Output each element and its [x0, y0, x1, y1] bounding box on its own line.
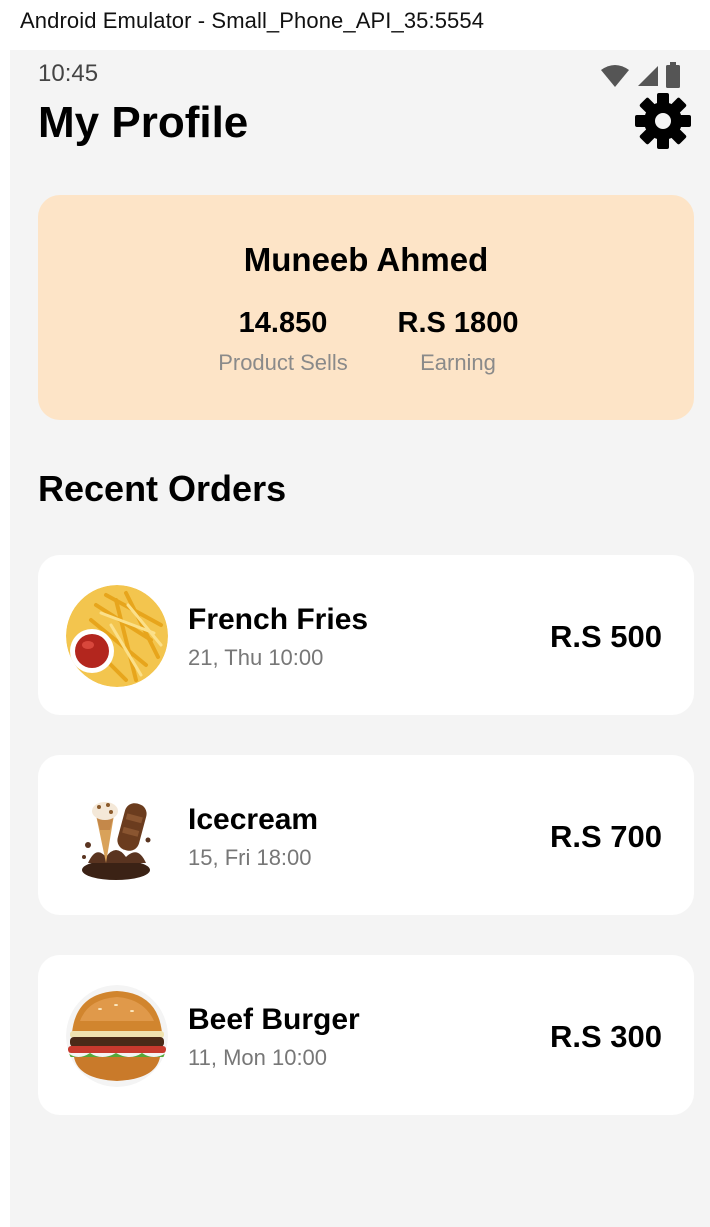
order-time: 21, Thu 10:00 [188, 645, 324, 670]
stat-value: R.S 1800 [397, 307, 519, 339]
french-fries-image [66, 585, 168, 687]
icecream-image [82, 802, 151, 880]
order-price: R.S 500 [549, 619, 662, 654]
order-time: 11, Mon 10:00 [188, 1045, 328, 1070]
order-name: Beef Burger [188, 1003, 360, 1036]
emulator-window-title: Android Emulator - Small_Phone_API_35:55… [20, 8, 485, 33]
status-bar-time: 10:45 [38, 60, 99, 87]
status-bar-icons [600, 62, 680, 88]
stat-label: Product Sells [218, 350, 348, 375]
stat-product-sells: 14.850 Product Sells [203, 307, 363, 376]
order-name: Icecream [188, 803, 319, 836]
profile-name: Muneeb Ahmed [243, 241, 489, 278]
beef-burger-image [66, 985, 168, 1087]
stat-earning: R.S 1800 Earning [378, 307, 538, 376]
gear-icon[interactable] [634, 92, 692, 150]
order-card[interactable]: French Fries 21, Thu 10:00 R.S 500 [38, 555, 694, 715]
recent-orders-title: Recent Orders [38, 468, 287, 509]
order-price: R.S 300 [549, 1019, 662, 1054]
profile-card: Muneeb Ahmed 14.850 Product Sells R.S 18… [38, 195, 694, 420]
phone-screen: 10:45 My Profile Muneeb Ahmed 14.850 Pro… [10, 50, 710, 1227]
order-name: French Fries [188, 603, 369, 636]
stat-label: Earning [420, 350, 496, 375]
page-title: My Profile [38, 98, 249, 147]
order-card[interactable]: Beef Burger 11, Mon 10:00 R.S 300 [38, 955, 694, 1115]
signal-icon [638, 66, 658, 86]
stat-value: 14.850 [238, 307, 328, 339]
wifi-icon [601, 65, 629, 87]
battery-icon [666, 62, 680, 88]
order-time: 15, Fri 18:00 [188, 845, 312, 870]
order-price: R.S 700 [549, 819, 662, 854]
order-card[interactable]: Icecream 15, Fri 18:00 R.S 700 [38, 755, 694, 915]
